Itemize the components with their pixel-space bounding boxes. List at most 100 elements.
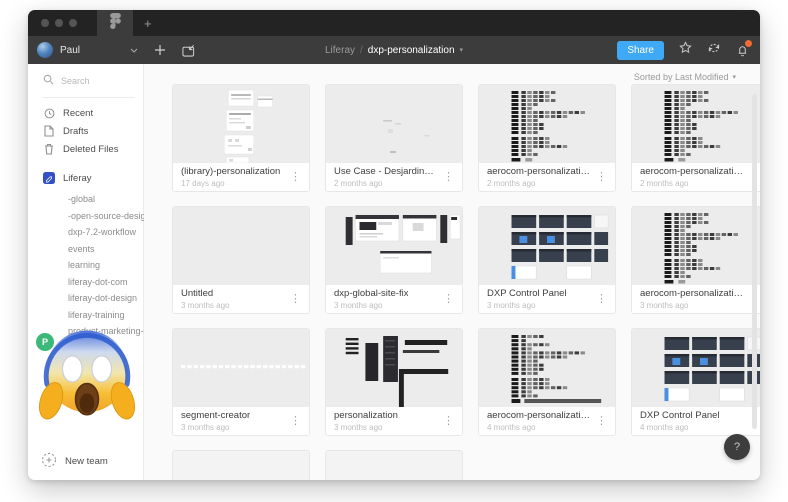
breadcrumb-team[interactable]: Liferay — [325, 45, 355, 56]
user-avatar[interactable] — [37, 42, 53, 58]
draft-icon — [43, 125, 55, 137]
kebab-menu-icon[interactable]: ⋮ — [284, 416, 301, 427]
file-modified-time: 3 months ago — [334, 301, 408, 310]
sidebar-item-recent[interactable]: Recent — [28, 104, 143, 122]
file-modified-time: 3 months ago — [487, 301, 567, 310]
tab-strip: + — [28, 10, 760, 36]
trash-icon — [43, 143, 55, 155]
file-modified-time: 2 months ago — [640, 179, 743, 188]
window-controls — [41, 19, 77, 27]
file-thumbnail — [632, 329, 760, 407]
partial-file-card[interactable] — [325, 450, 463, 480]
tab-file-browser[interactable] — [97, 10, 133, 36]
toolbar: Paul Liferay / dxp-personalization ▾ Sha… — [28, 36, 760, 64]
sidebar-project-dxp-7.2-workflow[interactable]: dxp-7.2-workflow — [28, 224, 143, 241]
file-modified-time: 4 months ago — [487, 423, 590, 432]
new-team-button[interactable]: New team — [28, 452, 108, 471]
kebab-menu-icon[interactable]: ⋮ — [590, 172, 607, 183]
partial-file-card[interactable] — [172, 450, 310, 480]
user-menu-chevron-icon[interactable] — [130, 48, 138, 53]
sort-chevron-icon: ▾ — [732, 73, 736, 81]
file-card[interactable]: aerocom-personalization (Copy)4 months a… — [478, 328, 616, 436]
file-card[interactable]: DXP Control Panel4 months ago⋮ — [631, 328, 760, 436]
file-modified-time: 2 months ago — [334, 179, 437, 188]
sidebar-project-liferay-training[interactable]: liferay-training — [28, 307, 143, 324]
version-history-icon[interactable] — [707, 41, 721, 59]
file-title: DXP Control Panel — [487, 288, 567, 299]
kebab-menu-icon[interactable]: ⋮ — [590, 294, 607, 305]
file-card[interactable]: aerocom-personalization-use-cases...3 mo… — [631, 206, 760, 314]
sidebar-project-events[interactable]: events — [28, 241, 143, 258]
file-thumbnail — [326, 329, 462, 407]
new-tab-button[interactable]: + — [144, 17, 152, 30]
file-thumbnail — [326, 207, 462, 285]
import-file-icon[interactable] — [182, 44, 195, 57]
file-card[interactable]: Untitled 3 months ago ⋮ — [172, 206, 310, 314]
kebab-menu-icon[interactable]: ⋮ — [437, 416, 454, 427]
sidebar-item-label: Deleted Files — [63, 144, 118, 155]
sidebar-project-triblio[interactable]: triblio — [28, 356, 143, 373]
file-card[interactable]: DXP Control Panel 3 months ago ⋮ — [478, 206, 616, 314]
breadcrumb-project[interactable]: dxp-personalization — [368, 45, 455, 56]
file-title: Untitled — [181, 288, 229, 299]
help-button[interactable]: ? — [724, 434, 750, 460]
maximize-window-button[interactable] — [69, 19, 77, 27]
user-name: Paul — [60, 45, 80, 56]
breadcrumb-chevron-icon[interactable]: ▾ — [460, 46, 464, 54]
file-modified-time: 3 months ago — [181, 301, 229, 310]
file-grid: (library)-personalization17 days ago⋮Use… — [172, 84, 760, 480]
star-icon[interactable] — [679, 41, 692, 59]
breadcrumb-separator: / — [360, 45, 363, 56]
file-card[interactable]: aerocom-personalization (Copy)2 months a… — [478, 84, 616, 192]
new-file-button[interactable] — [155, 45, 165, 55]
notifications-bell-icon[interactable] — [736, 43, 749, 57]
file-title: segment-creator — [181, 410, 250, 421]
sidebar-project-global[interactable]: -global — [28, 191, 143, 208]
sidebar-item-drafts[interactable]: Drafts — [28, 122, 143, 140]
sidebar-team-liferay[interactable]: Liferay — [28, 167, 143, 189]
sidebar-nav: Recent Drafts Deleted Files — [28, 104, 143, 158]
sidebar-item-label: Drafts — [63, 126, 88, 137]
file-card[interactable]: Use Case - Desjardins Segmentation2 mont… — [325, 84, 463, 192]
file-title: dxp-global-site-fix — [334, 288, 408, 299]
file-thumbnail — [479, 329, 615, 407]
minimize-window-button[interactable] — [55, 19, 63, 27]
sidebar-project-learning[interactable]: learning — [28, 257, 143, 274]
team-name: Liferay — [63, 173, 92, 184]
file-thumbnail — [173, 329, 309, 407]
file-modified-time: 4 months ago — [640, 423, 720, 432]
sidebar-project-liferay-dot-design[interactable]: liferay-dot-design — [28, 290, 143, 307]
file-title: DXP Control Panel — [640, 410, 720, 421]
sort-control[interactable]: Sorted by Last Modified ▾ — [634, 72, 736, 82]
file-card[interactable]: dxp-global-site-fix 3 months ago ⋮ — [325, 206, 463, 314]
kebab-menu-icon[interactable]: ⋮ — [437, 294, 454, 305]
file-thumbnail — [632, 85, 760, 163]
collaborator-cursor-badge: P — [36, 333, 54, 351]
figma-logo-icon — [110, 13, 121, 34]
file-card[interactable]: segment-creator3 months ago⋮ — [172, 328, 310, 436]
file-thumbnail — [173, 207, 309, 285]
sidebar-project-open-source-design[interactable]: -open-source-design — [28, 208, 143, 225]
kebab-menu-icon[interactable]: ⋮ — [284, 294, 301, 305]
clock-icon — [43, 108, 55, 119]
search-input[interactable] — [61, 76, 129, 86]
kebab-menu-icon[interactable]: ⋮ — [284, 172, 301, 183]
sidebar-item-deleted-files[interactable]: Deleted Files — [28, 140, 143, 158]
search-icon — [43, 72, 54, 90]
kebab-menu-icon[interactable]: ⋮ — [590, 416, 607, 427]
file-card[interactable]: aerocom-personalization2 months ago⋮ — [631, 84, 760, 192]
close-window-button[interactable] — [41, 19, 49, 27]
notification-dot — [745, 40, 752, 47]
share-button[interactable]: Share — [617, 41, 664, 60]
sidebar-project-liferay-dot-com[interactable]: liferay-dot-com — [28, 274, 143, 291]
sort-label: Sorted by Last Modified — [634, 72, 729, 82]
kebab-menu-icon[interactable]: ⋮ — [437, 172, 454, 183]
file-modified-time: 3 months ago — [334, 423, 398, 432]
file-thumbnail — [326, 451, 462, 480]
scrollbar[interactable] — [752, 94, 757, 429]
file-modified-time: 2 months ago — [487, 179, 590, 188]
file-thumbnail — [479, 85, 615, 163]
file-card[interactable]: personalization3 months ago⋮ — [325, 328, 463, 436]
file-card[interactable]: (library)-personalization17 days ago⋮ — [172, 84, 310, 192]
file-thumbnail — [173, 85, 309, 163]
